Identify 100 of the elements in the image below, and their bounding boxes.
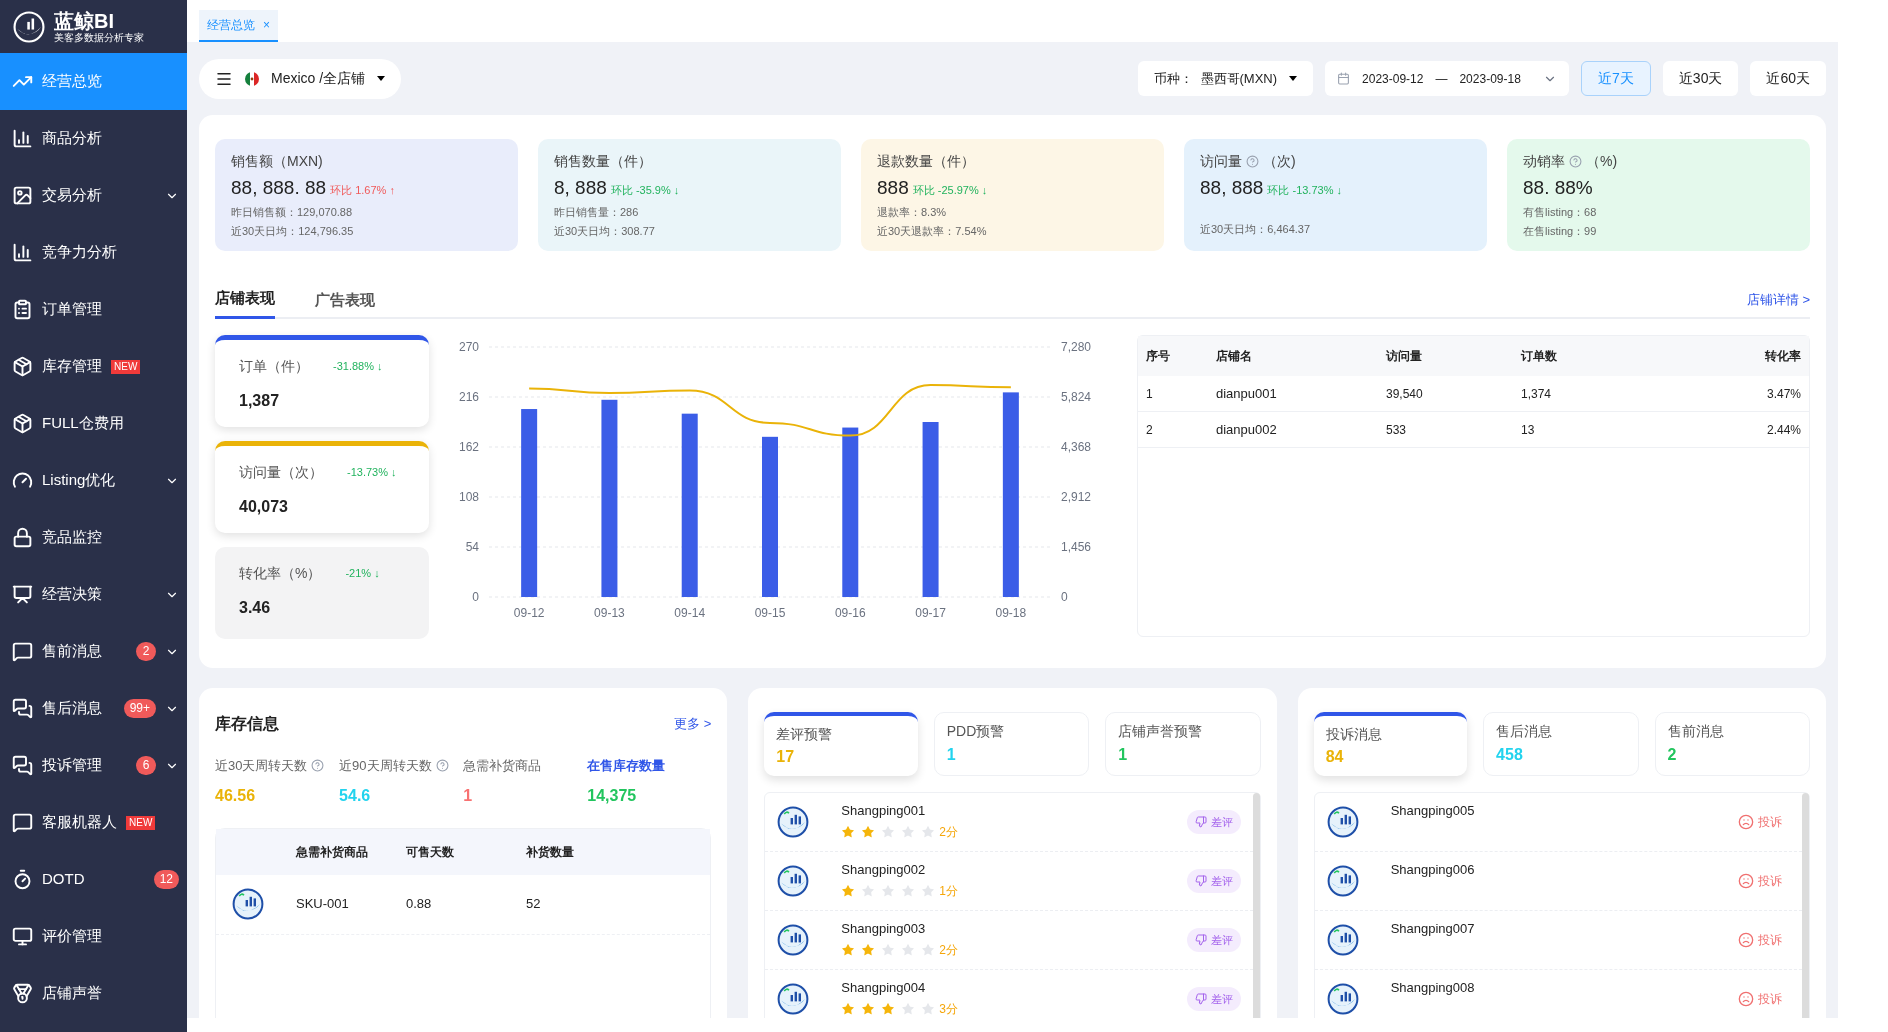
kpi-title: 访问量 [1200, 152, 1242, 171]
menu-icon [12, 242, 33, 263]
menu-icon [12, 698, 33, 719]
list-item[interactable]: Shangping001 2分 差评 [765, 793, 1253, 852]
product-icon [1326, 983, 1359, 1015]
sidebar-item[interactable]: 投诉管理 6 [0, 737, 187, 794]
list-item[interactable]: Shangping008 投诉 [1314, 970, 1802, 1018]
kpi-value: 888 [877, 176, 909, 200]
bad-review-tag: 差评 [1186, 927, 1241, 953]
x-tick-label: 09-17 [915, 606, 947, 620]
stat-value: 46.56 [215, 785, 257, 806]
bad-review-tag: 差评 [1186, 986, 1241, 1012]
stat-count: 17 [776, 747, 796, 767]
kpi-unit: （次) [1263, 152, 1296, 171]
stat-label: 投诉消息 [1325, 725, 1383, 744]
sidebar-item[interactable]: 评价管理 [0, 908, 187, 965]
section-tab[interactable]: 广告表现 [315, 281, 375, 319]
scrollbar[interactable] [1252, 793, 1260, 1018]
sidebar-item[interactable]: 客服机器人 NEW [0, 794, 187, 851]
table-cell-text: 1 [1146, 385, 1154, 403]
menu-icon [12, 356, 33, 377]
menu-icon [12, 185, 33, 206]
sidebar-item[interactable]: Listing优化 [0, 452, 187, 509]
kpi-value: 88, 888. 88 [231, 176, 327, 200]
product-name: Shangping002 [841, 861, 927, 879]
stat-count: 1 [1118, 745, 1129, 765]
more-link[interactable]: 更多 > [674, 714, 712, 734]
sidebar-item[interactable]: 店铺声誉 [0, 965, 187, 1022]
kpi-value: 88, 888 [1200, 176, 1264, 200]
product-icon [232, 888, 264, 920]
stat-value: 1 [463, 785, 474, 806]
date-range-field[interactable]: 2023-09-12 — 2023-09-18 [1325, 61, 1570, 96]
y-tick-label: 0 [472, 590, 480, 604]
menu-icon [12, 641, 33, 662]
stat-label: 差评预警 [776, 725, 834, 744]
stat-tab[interactable]: 售前消息 2 [1654, 712, 1810, 776]
sidebar-item[interactable]: 竞争力分析 [0, 224, 187, 281]
range-button[interactable]: 近30天 [1662, 61, 1739, 96]
stat-label: 店铺声誉预警 [1118, 722, 1204, 741]
sidebar-item[interactable]: 订单管理 [0, 281, 187, 338]
list-item[interactable]: Shangping005 投诉 [1314, 793, 1802, 852]
table-cell-text: 0.88 [406, 895, 433, 914]
menu-icon [12, 128, 33, 149]
range-button[interactable]: 近60天 [1750, 61, 1826, 96]
list-item[interactable]: Shangping006 投诉 [1314, 852, 1802, 911]
sad-face-icon [1738, 932, 1754, 948]
x-tick-label: 09-13 [594, 606, 626, 620]
stat-count: 84 [1325, 747, 1345, 767]
metric-value: 40,073 [239, 497, 289, 517]
kpi-detail: 近30天退款率：7.54% [877, 223, 988, 239]
list-item[interactable]: Shangping004 3分 差评 [765, 970, 1253, 1018]
store-name: Mexico /全店铺 [271, 69, 366, 88]
sidebar-item[interactable]: 竞品监控 [0, 509, 187, 566]
sidebar-item[interactable]: 商品分析 [0, 110, 187, 167]
metric-title: 订单（件） [239, 357, 309, 376]
new-tag: NEW [126, 815, 156, 830]
new-tag: NEW [111, 359, 141, 374]
stat-tab[interactable]: 投诉消息 84 [1313, 712, 1468, 776]
product-icon [777, 806, 810, 838]
sidebar-item[interactable]: DOTD 12 [0, 851, 187, 908]
section-tab[interactable]: 店铺表现 [215, 281, 275, 319]
scrollbar[interactable] [1802, 793, 1809, 1018]
stat-value: 14,375 [587, 785, 638, 806]
table-cell-text: 533 [1386, 421, 1408, 439]
product-name: Shangping003 [841, 920, 927, 938]
list-item[interactable]: Shangping007 投诉 [1314, 911, 1802, 970]
kpi-detail: 近30天日均：124,796.35 [231, 223, 355, 239]
metric-card[interactable]: 订单（件） -31.88% ↓ 1,387 [215, 335, 429, 427]
score: 1分 [939, 882, 958, 900]
sidebar-item[interactable]: 售后消息 99+ [0, 680, 187, 737]
stat-tab[interactable]: PDD预警 1 [933, 712, 1090, 776]
currency-select[interactable]: 币种： 墨西哥(MXN) [1137, 61, 1314, 96]
store-details-link[interactable]: 店铺详情 > [1746, 289, 1810, 309]
column-header: 订单数 [1521, 348, 1558, 365]
stat-tab[interactable]: 差评预警 17 [764, 712, 918, 776]
store-selector[interactable]: Mexico /全店铺 [199, 58, 402, 99]
sidebar-item[interactable]: 交易分析 [0, 167, 187, 224]
sidebar-item[interactable]: 经营决策 [0, 566, 187, 623]
sidebar-item[interactable]: 库存管理 NEW [0, 338, 187, 395]
y-tick-label: 216 [458, 390, 480, 404]
kpi-detail: 退款率：8.3% [877, 204, 948, 220]
y-tick-label: 162 [458, 440, 480, 454]
sidebar-item[interactable]: FULL仓费用 [0, 395, 187, 452]
product-icon [1326, 865, 1359, 897]
table-cell-text: 13 [1521, 421, 1536, 439]
sidebar-item[interactable]: 售前消息 2 [0, 623, 187, 680]
stat-tab[interactable]: 店铺声誉预警 1 [1105, 712, 1261, 776]
metric-card[interactable]: 转化率（%） -21% ↓ 3.46 [215, 547, 429, 639]
complaint-tag: 投诉 [1730, 813, 1790, 831]
y-tick-label: 270 [458, 340, 480, 354]
y-tick-label: 5,824 [1061, 390, 1092, 404]
flag-icon [245, 71, 259, 86]
column-header: 店铺名 [1216, 348, 1253, 365]
stat-tab[interactable]: 售后消息 458 [1483, 712, 1639, 776]
stat-value: 54.6 [339, 785, 372, 806]
list-item[interactable]: Shangping003 2分 差评 [765, 911, 1253, 970]
list-item[interactable]: Shangping002 1分 差评 [765, 852, 1253, 911]
menu-icon [12, 299, 33, 320]
metric-card[interactable]: 访问量（次） -13.73% ↓ 40,073 [215, 441, 429, 533]
metric-value: 1,387 [239, 391, 281, 411]
